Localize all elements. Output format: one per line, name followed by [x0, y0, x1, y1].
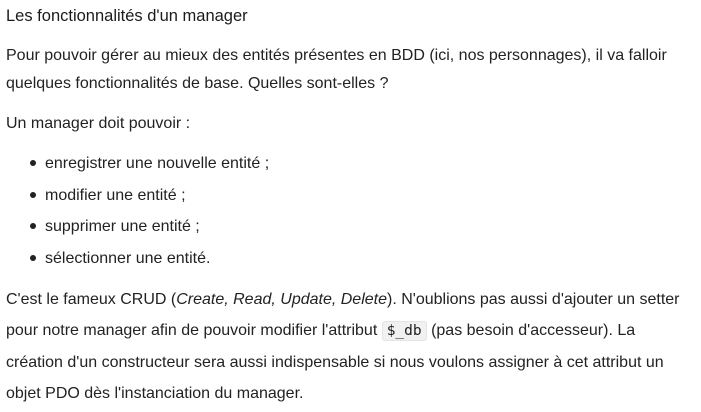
list-item: enregistrer une nouvelle entité ;: [30, 148, 696, 180]
feature-list: enregistrer une nouvelle entité ; modifi…: [6, 148, 696, 274]
bullet-icon: [30, 223, 36, 229]
lead-paragraph: Un manager doit pouvoir :: [6, 115, 191, 132]
article-section: Les fonctionnalités d'un manager Pour po…: [0, 0, 696, 409]
bullet-icon: [30, 191, 36, 198]
list-item: sélectionner une entité.: [30, 243, 696, 275]
list-item-text: modifier une entité ;: [45, 186, 186, 204]
list-item-text: supprimer une entité ;: [45, 218, 200, 235]
closing-text-1: C'est le fameux CRUD (: [6, 291, 177, 308]
bullet-icon: [30, 254, 36, 261]
list-item-text: enregistrer une nouvelle entité ;: [45, 155, 270, 172]
db-attribute-code: $_db: [381, 321, 427, 341]
intro-paragraph: Pour pouvoir gérer au mieux des entités …: [6, 47, 667, 92]
crud-terms: Create, Read, Update, Delete: [176, 291, 387, 308]
list-item-text: sélectionner une entité.: [45, 249, 211, 267]
list-item: supprimer une entité ;: [30, 211, 696, 243]
section-heading: Les fonctionnalités d'un manager: [6, 7, 248, 25]
list-item: modifier une entité ;: [30, 180, 696, 212]
bullet-icon: [30, 160, 36, 166]
closing-paragraph: C'est le fameux CRUD (Create, Read, Upda…: [6, 284, 696, 409]
